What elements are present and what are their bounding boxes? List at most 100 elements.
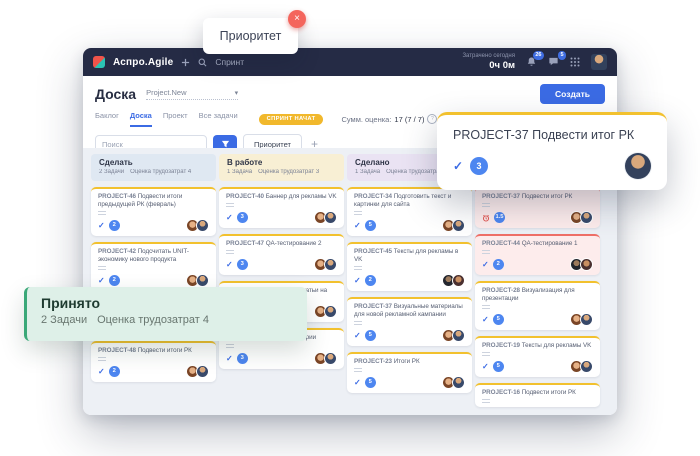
card-id: PROJECT-42 [98, 248, 136, 255]
assignee-avatars [573, 211, 593, 224]
card-title: PROJECT-16 Подвести итоги РК [482, 389, 593, 397]
kanban-card[interactable]: PROJECT-19 Тексты для рекламы VK ✓5 [475, 336, 600, 377]
check-icon: ✓ [98, 277, 105, 285]
card-footer: 1.5 [482, 211, 593, 224]
kanban-card[interactable]: PROJECT-45 Тексты для рекламы в VK✓2 [347, 242, 472, 291]
estimate-badge: 2 [109, 275, 120, 286]
kanban-card[interactable]: PROJECT-23 Итоги РК✓5 [347, 352, 472, 393]
description-icon [226, 344, 234, 348]
column-header[interactable]: Сделать2 ЗадачиОценка трудозатрат 4 [91, 154, 216, 181]
description-icon [482, 203, 490, 207]
description-icon [226, 203, 234, 207]
column-header[interactable]: В работе1 ЗадачаОценка трудозатрат 3 [219, 154, 344, 181]
tab-проект[interactable]: Проект [163, 111, 188, 127]
check-icon: ✓ [98, 222, 105, 230]
check-icon: ✓ [226, 214, 233, 222]
assignee-avatars [445, 219, 465, 232]
avatar [452, 274, 465, 287]
close-icon[interactable]: × [288, 10, 306, 28]
card-footer: ✓5 [354, 329, 465, 342]
description-icon [98, 266, 106, 270]
app-logo-icon [93, 56, 105, 68]
card-id: PROJECT-48 [98, 347, 136, 354]
kanban-card[interactable]: PROJECT-44 QA-тестирование 1✓2 [475, 234, 600, 275]
add-icon[interactable] [181, 58, 190, 67]
estimate-badge: 2 [493, 259, 504, 270]
card-title: PROJECT-19 Тексты для рекламы VK [482, 342, 593, 350]
description-icon [98, 211, 106, 215]
estimate-badge: 5 [493, 314, 504, 325]
messages-icon[interactable]: 5 [548, 56, 559, 67]
card-id: PROJECT-34 [354, 193, 392, 200]
card-id: PROJECT-45 [354, 248, 392, 255]
sprint-status-badge: СПРИНТ НАЧАТ [259, 114, 324, 125]
notifications-bell-icon[interactable]: 26 [526, 56, 537, 67]
assignee-avatars [189, 274, 209, 287]
estimate-badge: 2 [109, 220, 120, 231]
description-icon [354, 211, 362, 215]
description-icon [98, 357, 106, 361]
apps-grid-icon[interactable] [570, 57, 580, 67]
avatar [196, 274, 209, 287]
overdue-alarm-icon [482, 209, 490, 227]
tab-все-задачи[interactable]: Все задачи [199, 111, 238, 127]
avatar [452, 376, 465, 389]
tab-баклог[interactable]: Баклог [95, 111, 119, 127]
card-title: PROJECT-28 Визуализация для презентации [482, 287, 593, 303]
assignee-avatars [189, 365, 209, 378]
card-footer: ✓2 [98, 274, 209, 287]
avatar [580, 258, 593, 271]
estimate-badge: 3 [470, 157, 488, 175]
estimate-badge: 5 [493, 361, 504, 372]
description-icon [482, 305, 490, 309]
kanban-card[interactable]: PROJECT-28 Визуализация для презентации ✓… [475, 281, 600, 330]
time-tracker[interactable]: Затрачено сегодня 0ч 0м [462, 53, 515, 72]
kanban-card[interactable]: PROJECT-37 Визуальные материалы для ново… [347, 297, 472, 346]
board-column: Сделано1 ЗадачаОценка трудозатрат 6PROJE… [347, 154, 472, 399]
topbar-menu-item[interactable]: Спринт [215, 57, 244, 67]
kanban-card[interactable]: PROJECT-37 Подвести итог РК1.5 [475, 187, 600, 228]
card-footer: ✓5 [482, 313, 593, 326]
column-title: В работе [227, 158, 336, 167]
card-footer: ✓3 [226, 211, 337, 224]
check-icon: ✓ [226, 261, 233, 269]
card-footer: ✓5 [482, 360, 593, 373]
card-id: PROJECT-47 [226, 240, 264, 247]
page-title: Доска [95, 86, 136, 102]
kanban-card[interactable]: PROJECT-40 Баннер для рекламы VK ✓3 [219, 187, 344, 228]
tab-доска[interactable]: Доска [130, 111, 152, 127]
board-column: Сделать2 ЗадачиОценка трудозатрат 4 PROJE… [91, 154, 216, 388]
search-icon[interactable] [198, 58, 207, 67]
avatar [324, 305, 337, 318]
toolbar: Доска Project.New ▾ Создать [83, 76, 617, 104]
kanban-card[interactable]: PROJECT-48 Подвести итоги РК✓2 [91, 341, 216, 382]
assignee-avatars [445, 329, 465, 342]
description-icon [226, 250, 234, 254]
avatar [580, 360, 593, 373]
card-title: PROJECT-48 Подвести итоги РК [98, 347, 209, 355]
avatar [452, 329, 465, 342]
card-footer: ✓5 [354, 219, 465, 232]
card-popup[interactable]: PROJECT-37 Подвести итог РК ✓ 3 [437, 112, 667, 190]
check-icon: ✓ [482, 316, 489, 324]
create-button[interactable]: Создать [540, 84, 605, 104]
kanban-card[interactable]: PROJECT-42 Подсчитать UNIT-экономику нов… [91, 242, 216, 291]
user-avatar[interactable] [591, 54, 607, 70]
kanban-card[interactable]: PROJECT-16 Подвести итоги РК [475, 383, 600, 407]
kanban-card[interactable]: PROJECT-47 QA-тестирование 2✓3 [219, 234, 344, 275]
card-title: PROJECT-40 Баннер для рекламы VK [226, 193, 337, 201]
check-icon: ✓ [453, 159, 463, 173]
assignee-avatars [445, 274, 465, 287]
assignee-avatars [317, 352, 337, 365]
kanban-card[interactable]: PROJECT-34 Подготовить текст и картинки … [347, 187, 472, 236]
assignee-avatars [573, 360, 593, 373]
app-name: Аспро.Agile [113, 57, 173, 68]
info-icon[interactable]: ? [427, 114, 437, 124]
avatar [324, 258, 337, 271]
kanban-card[interactable]: PROJECT-46 Подвести итоги предыдущей РК … [91, 187, 216, 236]
assignee-avatar [625, 153, 651, 179]
card-id: PROJECT-28 [482, 287, 520, 294]
board-selector[interactable]: Project.New ▾ [146, 88, 238, 100]
card-title: PROJECT-45 Тексты для рекламы в VK [354, 248, 465, 264]
estimate-badge: 2 [365, 275, 376, 286]
